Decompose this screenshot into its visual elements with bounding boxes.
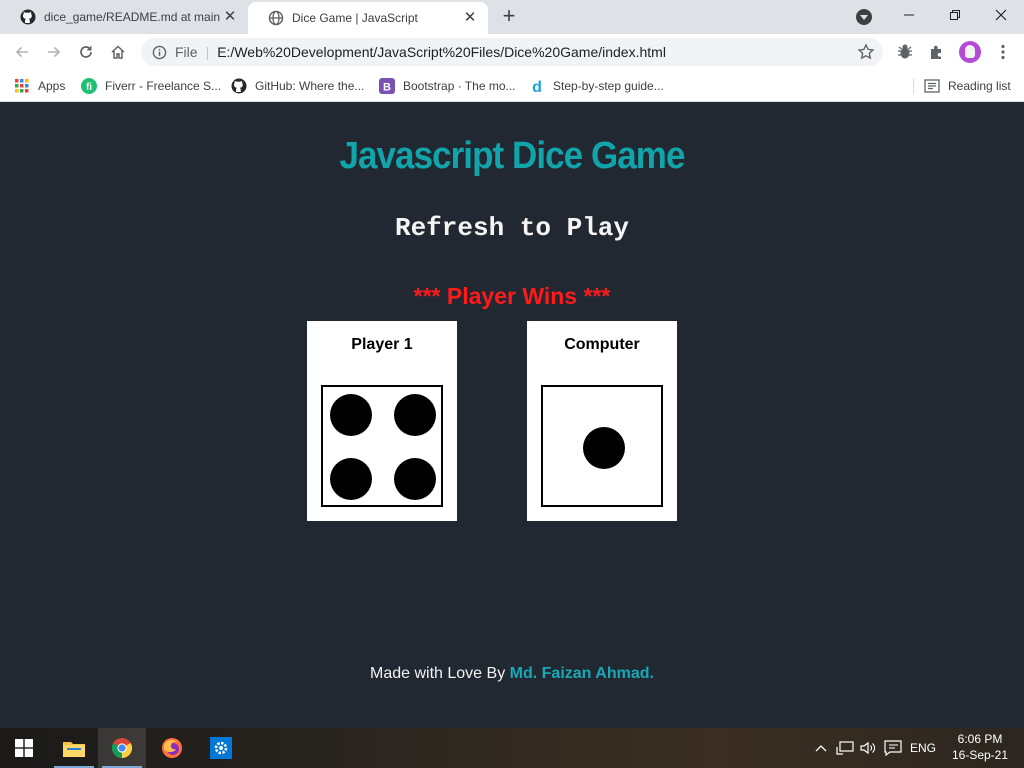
player-label: Player 1 [351, 336, 413, 353]
d-icon: d [529, 78, 545, 94]
profile-avatar[interactable] [959, 41, 981, 63]
tray-chevron-up-icon[interactable] [812, 728, 830, 768]
bookmark-label: Step-by-step guide... [553, 79, 664, 93]
bookmark-label: GitHub: Where the... [255, 79, 365, 93]
tab-title: Dice Game | JavaScript [292, 11, 418, 25]
globe-icon [268, 10, 284, 26]
system-clock[interactable]: 6:06 PM 16-Sep-21 [944, 731, 1016, 763]
network-icon[interactable] [834, 728, 856, 768]
refresh-instruction: Refresh to Play [394, 213, 630, 243]
dice-pip [583, 427, 625, 469]
dice-pip [330, 394, 372, 436]
new-tab-button[interactable]: + [498, 5, 520, 28]
bookmark-bootstrap[interactable]: B Bootstrap · The mo... [379, 76, 516, 96]
close-tab-icon[interactable]: ✕ [462, 10, 478, 26]
svg-text:fi: fi [86, 82, 92, 93]
footer: Made with Love By Md. Faizan Ahmad. [0, 665, 1024, 683]
browser-toolbar: File | E:/Web%20Development/JavaScript%2… [0, 34, 1024, 70]
settings-icon[interactable] [197, 728, 245, 768]
footer-prefix: Made with Love By [370, 665, 506, 682]
close-tab-icon[interactable]: ✕ [222, 9, 238, 25]
bootstrap-icon: B [379, 78, 395, 94]
forward-button[interactable] [42, 40, 66, 64]
dice-pip [394, 394, 436, 436]
tab-readme[interactable]: dice_game/README.md at main ✕ [0, 0, 248, 34]
file-explorer-icon[interactable] [50, 728, 98, 768]
start-button[interactable] [0, 728, 48, 768]
address-bar[interactable]: File | E:/Web%20Development/JavaScript%2… [141, 38, 883, 66]
bookmark-label: Apps [38, 79, 66, 93]
windows-taskbar: ENG 6:06 PM 16-Sep-21 [0, 728, 1024, 768]
chrome-icon[interactable] [98, 728, 146, 768]
svg-text:d: d [532, 79, 542, 94]
close-window-button[interactable] [978, 0, 1024, 30]
apps-grid-icon [14, 78, 30, 94]
page-content: Javascript Dice Game Refresh to Play ***… [0, 103, 1024, 728]
menu-kebab-icon[interactable] [993, 42, 1013, 62]
reading-list-icon [924, 78, 940, 94]
home-button[interactable] [106, 40, 130, 64]
player-card: Player 1 [307, 321, 457, 521]
reload-button[interactable] [74, 40, 98, 64]
bookmark-step-guide[interactable]: d Step-by-step guide... [529, 76, 664, 96]
tab-strip: dice_game/README.md at main ✕ Dice Game … [0, 0, 1024, 34]
page-title: Javascript Dice Game [339, 135, 685, 177]
extension-bug-icon[interactable] [895, 42, 915, 62]
player-die [321, 385, 443, 507]
bookmark-star-icon[interactable] [857, 43, 875, 61]
computer-die [541, 385, 663, 507]
author-name[interactable]: Md. Faizan Ahmad. [510, 665, 654, 682]
url-separator: | [205, 44, 210, 60]
tab-search-icon[interactable] [856, 9, 872, 25]
bookmarks-bar: Apps fi Fiverr - Freelance S... GitHub: … [0, 70, 1024, 102]
clock-date: 16-Sep-21 [951, 748, 1009, 762]
computer-label: Computer [564, 336, 640, 353]
github-icon [231, 78, 247, 94]
tab-title: dice_game/README.md at main [44, 10, 221, 24]
firefox-icon[interactable] [148, 728, 196, 768]
minimize-button[interactable] [886, 0, 932, 30]
notifications-icon[interactable] [882, 728, 904, 768]
bookmark-label: Fiverr - Freelance S... [105, 79, 222, 93]
reading-list-button[interactable]: Reading list [924, 76, 1011, 96]
github-icon [20, 9, 36, 25]
url-scheme-label: File [175, 44, 198, 60]
extensions-puzzle-icon[interactable] [927, 42, 947, 62]
language-indicator[interactable]: ENG [906, 728, 940, 768]
clock-time: 6:06 PM [957, 732, 1003, 746]
bookmark-label: Bootstrap · The mo... [403, 79, 516, 93]
bookmark-apps[interactable]: Apps [14, 76, 65, 96]
url-text[interactable]: E:/Web%20Development/JavaScript%20Files/… [217, 44, 666, 60]
reading-list-label: Reading list [948, 79, 1011, 93]
bookmark-fiverr[interactable]: fi Fiverr - Freelance S... [81, 76, 221, 96]
volume-icon[interactable] [858, 728, 878, 768]
bookmark-github[interactable]: GitHub: Where the... [231, 76, 364, 96]
fiverr-icon: fi [81, 78, 97, 94]
result-message: *** Player Wins *** [413, 283, 611, 309]
info-icon[interactable] [151, 44, 167, 60]
back-button[interactable] [10, 40, 34, 64]
bookmarks-divider [913, 78, 914, 94]
computer-card: Computer [527, 321, 677, 521]
tab-dice-game[interactable]: Dice Game | JavaScript ✕ [248, 2, 488, 34]
dice-pip [394, 458, 436, 500]
restore-button[interactable] [932, 0, 978, 30]
dice-pip [330, 458, 372, 500]
svg-text:B: B [383, 82, 391, 94]
